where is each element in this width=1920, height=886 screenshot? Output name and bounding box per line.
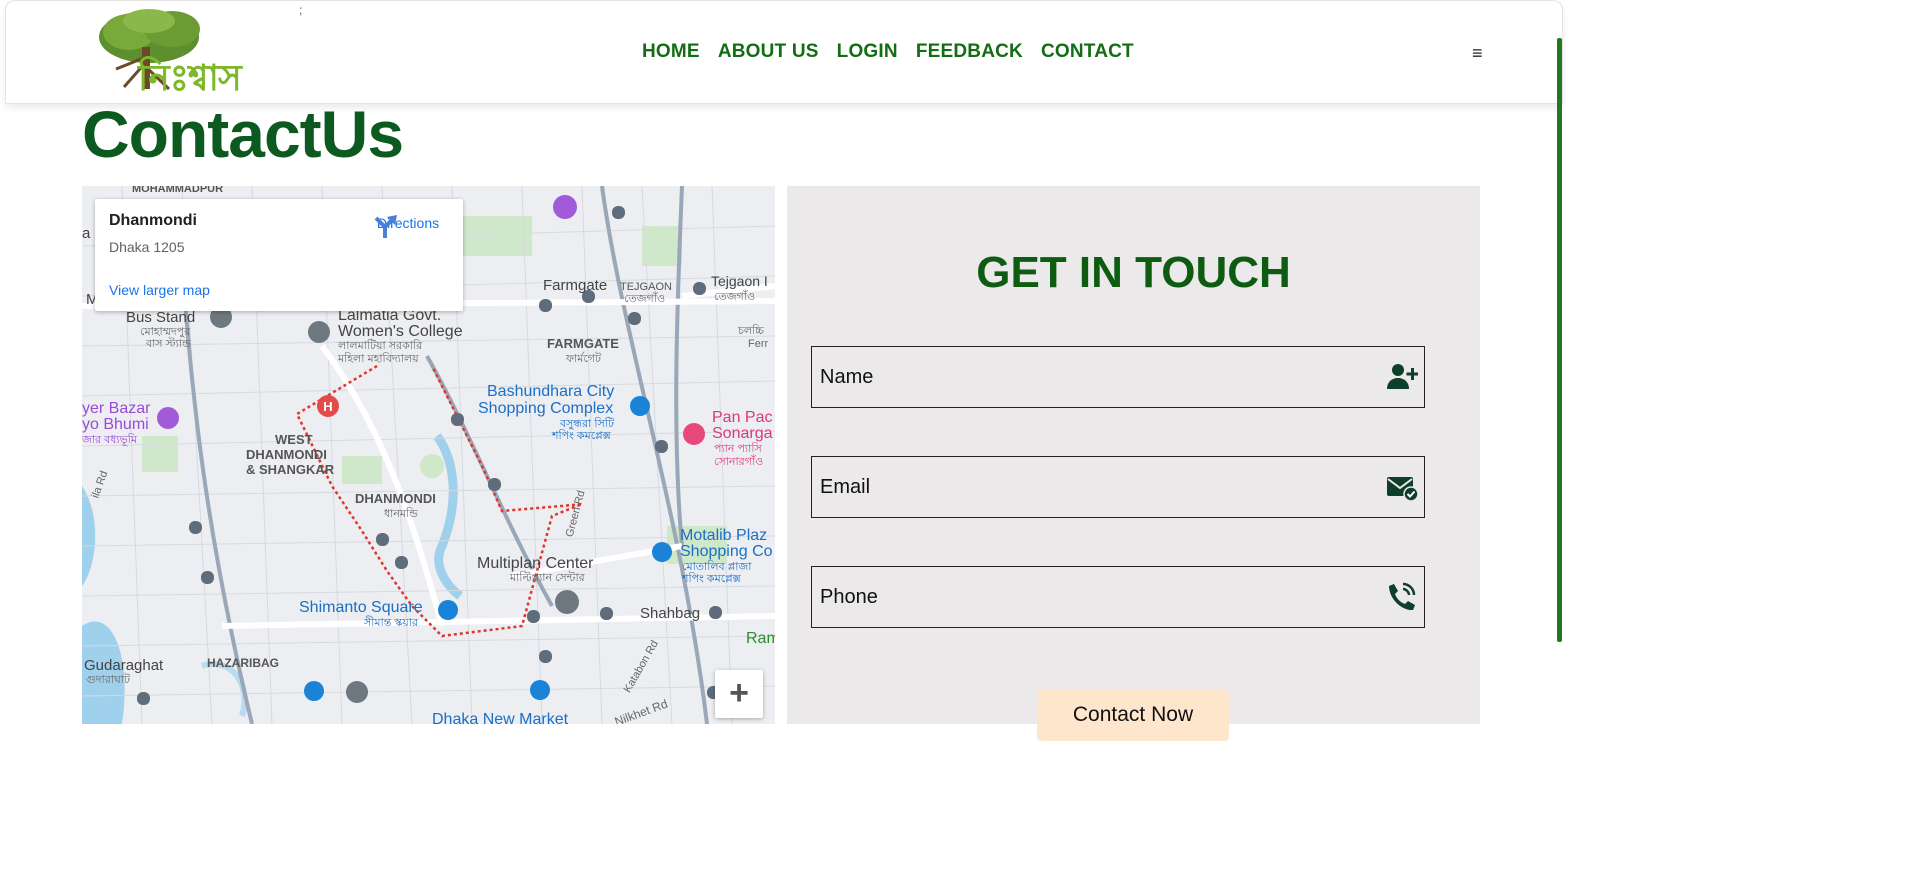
map-label: মহিলা মহাবিদ্যালয়	[337, 352, 419, 365]
map-label: TEJGAON	[620, 281, 672, 293]
nav-contact[interactable]: CONTACT	[1041, 41, 1134, 63]
map-label: yer Bazar	[82, 400, 151, 417]
add-user-icon	[1387, 364, 1418, 389]
main-nav: HOME ABOUT US LOGIN FEEDBACK CONTACT	[642, 41, 1152, 63]
directions-icon	[374, 215, 397, 238]
map-label: Dhaka New Market	[432, 711, 569, 724]
map-label: গুদারাঘাট	[86, 673, 131, 686]
map-label: ফার্মগেট	[565, 352, 602, 365]
nav-home[interactable]: HOME	[642, 41, 700, 63]
map-label: জার বধ্যভূমি	[82, 433, 138, 446]
map-label: মোহাম্মদপুর	[140, 326, 191, 338]
email-check-icon	[1387, 477, 1418, 502]
map-label: Women's College	[338, 323, 463, 340]
logo-text: নিঃশ্বাস	[138, 58, 242, 99]
map-label: মাল্টিপ্ল্যান সেন্টার	[509, 571, 586, 584]
map-label: Shopping Co	[680, 543, 773, 560]
nav-about-us[interactable]: ABOUT US	[718, 41, 819, 63]
map-label: বাস স্ট্যান্ড	[145, 337, 191, 350]
map-label: ধানমন্ডি	[384, 507, 418, 520]
phone-field	[811, 566, 1425, 628]
contact-panel: GET IN TOUCH Contact Now	[787, 186, 1480, 741]
map-label: yo Bhumi	[82, 416, 149, 433]
map-label: Shopping Complex	[478, 400, 613, 417]
map-label: Ferr	[748, 338, 769, 350]
map-label: মোতালিব প্লাজা	[682, 560, 752, 573]
view-larger-map-link[interactable]: View larger map	[109, 282, 210, 298]
contact-now-button[interactable]: Contact Now	[1037, 689, 1229, 741]
hamburger-icon[interactable]: ≡	[1472, 43, 1483, 64]
map-label: তেজগাঁও	[714, 289, 755, 303]
map-label: Motalib Plaz	[680, 527, 767, 544]
map-label: MOHAMMADPUR	[132, 186, 223, 195]
map-place-card: Dhanmondi Dhaka 1205 View larger map Dir…	[95, 199, 463, 311]
map-label: Gudaraghat	[84, 657, 164, 674]
site-logo[interactable]: নিঃশ্বাস	[94, 7, 264, 99]
page-scrollbar[interactable]	[1557, 38, 1562, 642]
map-place-address: Dhaka 1205	[109, 239, 185, 255]
map-label: HAZARIBAG	[207, 656, 279, 670]
map-label: Sonarga	[712, 425, 773, 442]
nav-feedback[interactable]: FEEDBACK	[916, 41, 1023, 63]
map-label: চলচ্চি	[737, 324, 764, 337]
map-label: Shahbag	[640, 605, 700, 622]
map-label: সোনারগাঁও	[714, 454, 763, 468]
map-label: Tejgaon I	[711, 273, 768, 289]
map-label: সীমান্ত স্কয়ার	[363, 616, 419, 629]
site-header: নিঃশ্বাস ; HOME ABOUT US LOGIN FEEDBACK …	[5, 0, 1563, 104]
phone-input[interactable]	[812, 567, 1372, 627]
stray-character: ;	[299, 3, 303, 17]
map-label: DHANMONDI	[246, 447, 327, 462]
directions-button[interactable]: Directions	[373, 213, 443, 238]
name-field	[811, 346, 1425, 408]
map-label: Ram	[746, 630, 775, 647]
map-label: বসুন্ধরা সিটি	[559, 417, 615, 430]
email-input[interactable]	[812, 457, 1372, 517]
embedded-map[interactable]: H MOHAMMADPUR Farmgate TEJGAON তেজগাঁও T…	[82, 186, 775, 724]
phone-ringing-icon	[1389, 582, 1416, 611]
map-label: & SHANGKAR	[246, 462, 335, 477]
zoom-in-button[interactable]: +	[715, 670, 763, 718]
map-label: Bashundhara City	[487, 383, 614, 400]
map-label: প্যান প্যাসি	[714, 442, 762, 455]
page-title: ContactUs	[82, 97, 404, 171]
map-label: শপিং কমপ্লেক্স	[681, 572, 742, 585]
map-label: Farmgate	[543, 277, 607, 294]
map-label: Shimanto Square	[299, 599, 423, 616]
map-label: লালমাটিয়া সরকারি	[337, 339, 423, 352]
map-label: Bus Stand	[126, 309, 195, 326]
name-input[interactable]	[812, 347, 1372, 407]
email-field	[811, 456, 1425, 518]
nav-login[interactable]: LOGIN	[837, 41, 898, 63]
map-label: Multiplan Center	[477, 555, 594, 572]
map-label: DHANMONDI	[355, 491, 436, 506]
map-label: Pan Pac	[712, 409, 772, 426]
map-label: WEST	[275, 432, 313, 447]
map-label: a	[82, 225, 91, 242]
map-label: তেজগাঁও	[624, 291, 665, 305]
contact-heading: GET IN TOUCH	[976, 248, 1291, 297]
map-place-name: Dhanmondi	[109, 212, 197, 229]
map-label: FARMGATE	[547, 336, 619, 351]
map-label: শপিং কমপ্লেক্স	[551, 429, 612, 442]
hospital-pin-label: H	[323, 399, 332, 414]
